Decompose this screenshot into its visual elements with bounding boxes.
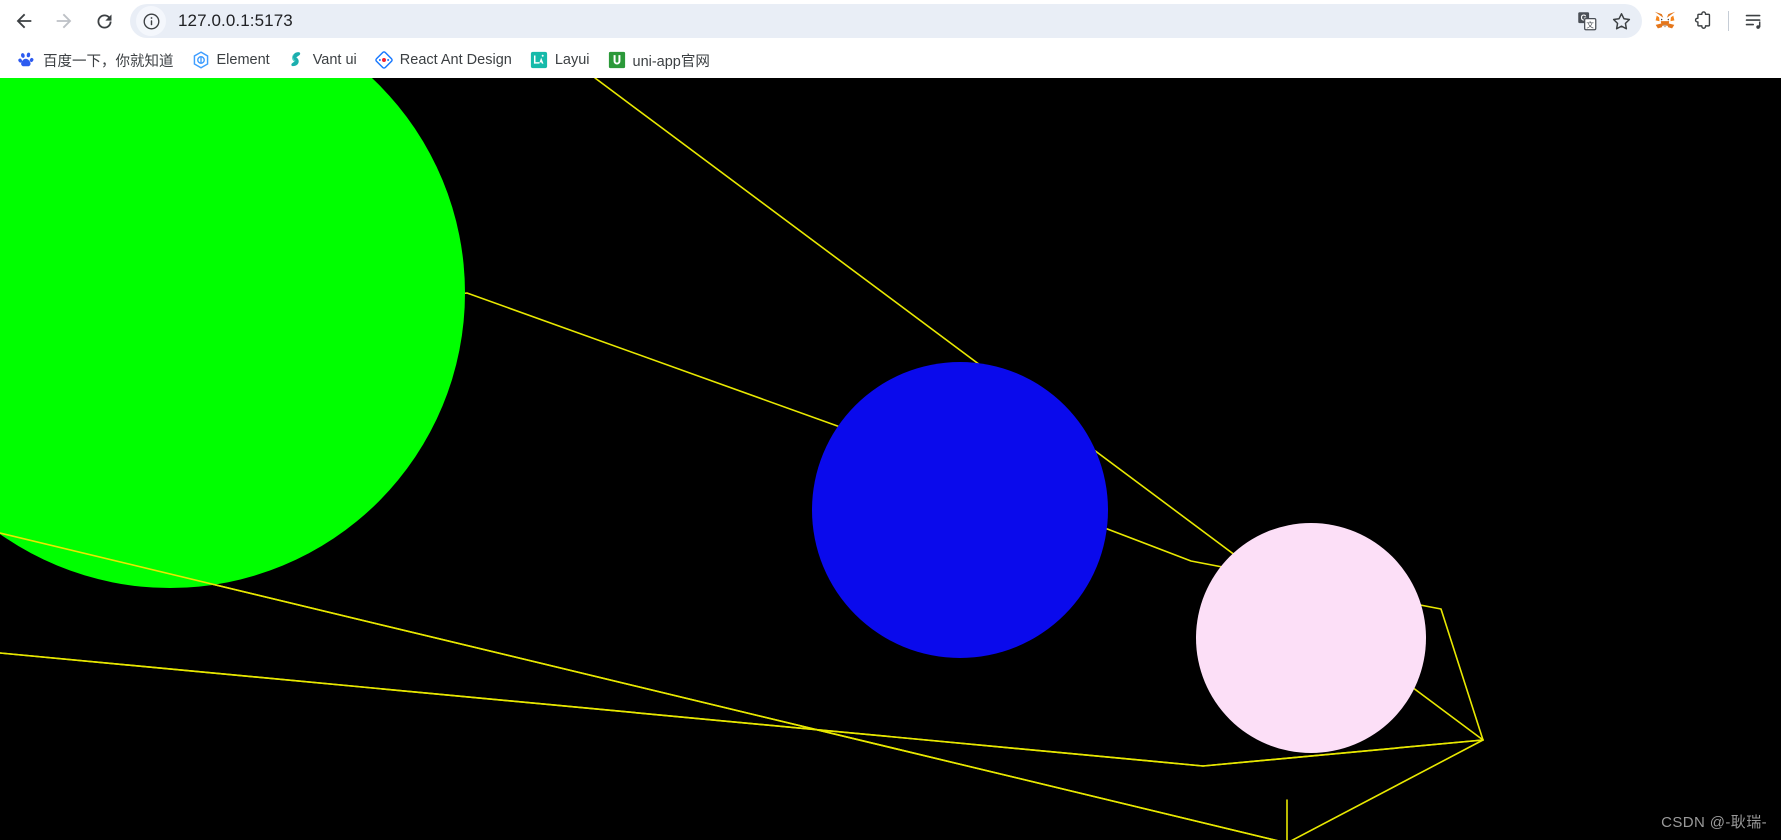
bookmark-label: React Ant Design [399,52,512,68]
forward-button[interactable] [44,3,84,39]
pink-circle [1196,523,1426,753]
address-bar[interactable]: 127.0.0.1:5173 G 文 [130,4,1642,38]
bookmark-label: Vant ui [312,52,357,68]
bookmarks-bar: 百度一下，你就知道 Element Vant ui React Ant Desi… [0,42,1781,78]
back-button[interactable] [4,3,44,39]
bookmark-layui[interactable]: Layui [522,46,598,74]
extensions-puzzle-icon[interactable] [1684,3,1722,39]
browser-extension-toolbar [1646,3,1773,39]
bookmark-label: uni-app官网 [632,53,710,70]
puzzle-piece-icon [1694,10,1710,29]
ray-green-lower-overlay [0,532,1278,840]
svg-text:文: 文 [1586,19,1594,29]
uniapp-icon [608,51,626,69]
baidu-paw-icon [18,51,36,69]
element-ui-icon [192,51,210,69]
vant-ui-icon [288,51,306,69]
site-info-button[interactable] [136,6,166,36]
circles-group [0,78,1426,753]
toolbar-divider [1728,11,1729,31]
google-translate-icon[interactable]: G 文 [1570,6,1604,36]
bookmark-uniapp[interactable]: uni-app官网 [600,46,718,74]
bookmark-label: Layui [554,52,590,68]
list-music-icon [1745,14,1761,29]
green-circle [0,78,465,588]
metamask-fox-icon [1654,11,1676,29]
canvas-scene [0,78,1484,840]
omnibox-actions: G 文 [1570,6,1642,36]
metamask-extension-icon[interactable] [1646,3,1684,39]
reload-icon [97,13,111,28]
react-ant-design-icon [375,51,393,69]
page-viewport: CSDN @-耿瑞- [0,78,1781,840]
bookmark-vant-ui[interactable]: Vant ui [280,46,365,74]
bookmark-label: Element [216,52,270,68]
bookmark-label: 百度一下，你就知道 [43,53,174,70]
translate-glyph-icon: G 文 [1578,12,1597,31]
forward-arrow-icon [56,13,72,29]
browser-toolbar: 127.0.0.1:5173 G 文 [0,0,1781,42]
menu-list-icon[interactable] [1735,3,1773,39]
star-icon [1612,12,1630,30]
blue-circle [812,362,1108,658]
info-circle-icon [143,13,159,29]
browser-window: 127.0.0.1:5173 G 文 百度一下，你就知道 Element Van… [0,0,1781,840]
reload-button[interactable] [84,3,124,39]
bookmark-star-button[interactable] [1604,6,1638,36]
layui-icon [530,51,548,69]
bookmark-element[interactable]: Element [184,46,278,74]
back-arrow-icon [16,13,32,29]
bookmark-baidu[interactable]: 百度一下，你就知道 [10,46,182,74]
bookmark-react-ant-design[interactable]: React Ant Design [367,46,520,74]
url-text: 127.0.0.1:5173 [178,11,293,30]
